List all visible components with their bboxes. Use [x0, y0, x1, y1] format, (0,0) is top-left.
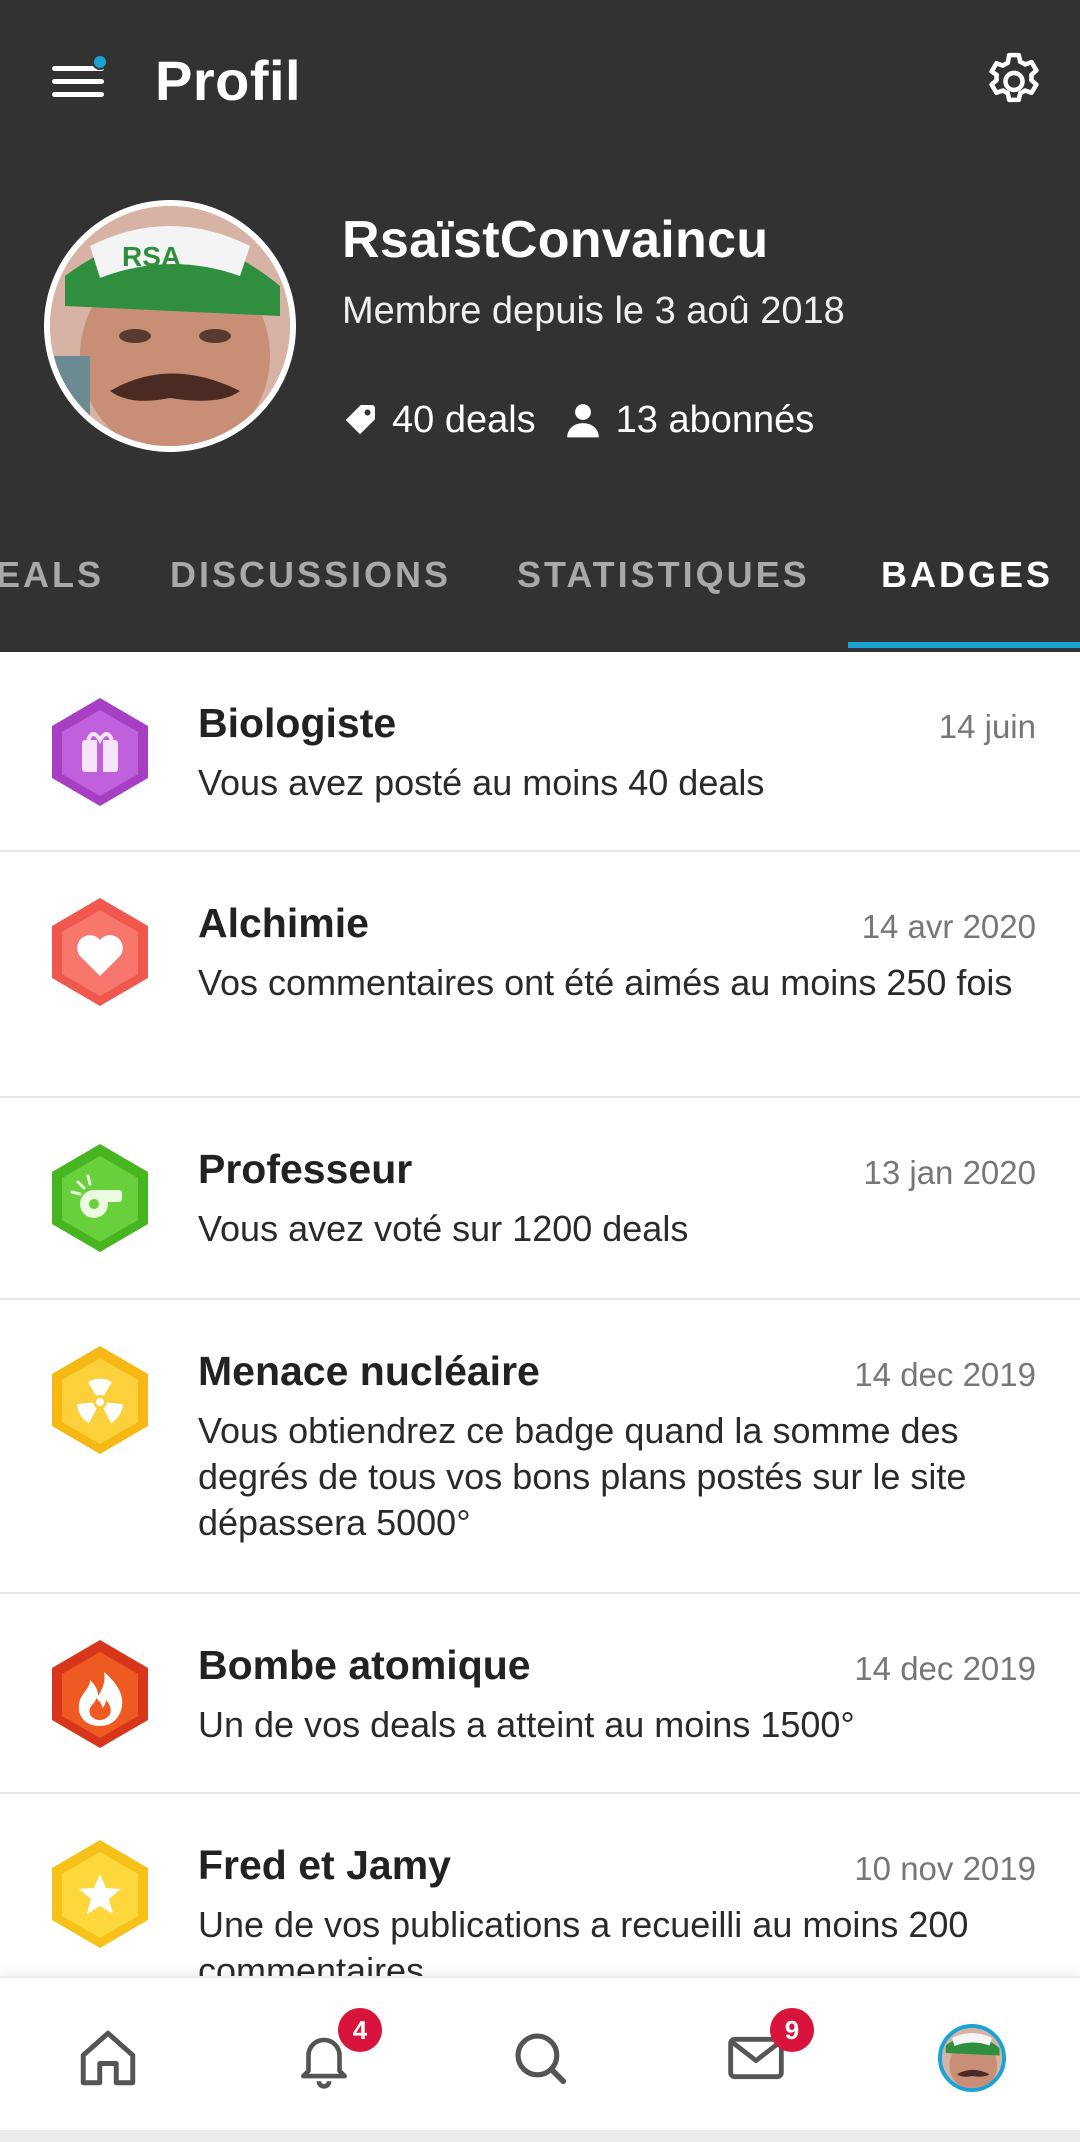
nav-profile[interactable] — [922, 2008, 1022, 2108]
avatar — [938, 2024, 1006, 2092]
badge-description: Vous obtiendrez ce badge quand la somme … — [198, 1410, 967, 1543]
badge-date: 14 dec 2019 — [854, 1356, 1036, 1393]
messages-count-badge: 9 — [770, 2008, 814, 2052]
tab-deals[interactable]: EALS — [0, 540, 104, 652]
tab-statistiques[interactable]: STATISTIQUES — [517, 540, 810, 652]
list-item[interactable]: Alchimie 14 avr 2020 Vos commentaires on… — [0, 852, 1080, 1098]
gift-icon — [52, 698, 148, 806]
list-item[interactable]: Biologiste 14 juin Vous avez posté au mo… — [0, 652, 1080, 852]
badge-description: Une de vos publications a recueilli au m… — [198, 1904, 969, 1976]
followers-count: 13 abonnés — [615, 398, 815, 441]
top-app-bar: Profil — [0, 0, 1080, 160]
flame-icon — [52, 1640, 148, 1748]
tab-discussions[interactable]: DISCUSSIONS — [170, 540, 451, 652]
profile-avatar[interactable]: RSA — [44, 200, 296, 452]
badge-title: Fred et Jamy — [198, 1842, 451, 1888]
tag-icon — [345, 405, 375, 435]
deals-stat[interactable]: 40 deals — [342, 399, 536, 442]
badge-description: Vos commentaires ont été aimés au moins … — [198, 962, 1013, 1003]
badge-title: Biologiste — [198, 700, 397, 746]
badge-title: Professeur — [198, 1146, 413, 1192]
nav-messages[interactable]: 9 — [706, 2008, 814, 2108]
nav-home[interactable] — [58, 2008, 158, 2108]
list-item[interactable]: Menace nucléaire 14 dec 2019 Vous obtien… — [0, 1300, 1080, 1594]
whistle-icon — [52, 1144, 148, 1252]
home-icon — [80, 2030, 136, 2086]
avatar-image — [942, 2028, 1002, 2088]
badge-description: Un de vos deals a atteint au moins 1500° — [198, 1704, 855, 1745]
nav-search[interactable] — [490, 2008, 590, 2108]
list-item[interactable]: Professeur 13 jan 2020 Vous avez voté su… — [0, 1098, 1080, 1300]
bottom-navigation: 4 9 — [0, 1976, 1080, 2142]
tab-badges[interactable]: BADGES — [881, 540, 1053, 652]
profile-tabs: EALS DISCUSSIONS STATISTIQUES BADGES — [0, 540, 1080, 652]
badge-date: 14 dec 2019 — [854, 1650, 1036, 1687]
badge-date: 14 avr 2020 — [861, 908, 1036, 945]
badge-date: 13 jan 2020 — [863, 1154, 1037, 1191]
badge-list: Biologiste 14 juin Vous avez posté au mo… — [0, 652, 1080, 1976]
system-bar-strip — [0, 2130, 1080, 2142]
page-title: Profil — [155, 49, 302, 112]
active-tab-indicator — [848, 642, 1080, 648]
badge-date: 10 nov 2019 — [854, 1850, 1036, 1887]
profile-header: Profil RSA RsaïstConvaincu Membre depuis… — [0, 0, 1080, 652]
badge-title: Menace nucléaire — [198, 1348, 540, 1394]
gear-icon — [989, 52, 1039, 103]
followers-stat[interactable]: 13 abonnés — [564, 398, 815, 442]
badge-title: Bombe atomique — [198, 1642, 531, 1688]
radioactive-icon — [52, 1346, 148, 1454]
profile-stats: 40 deals 13 abonnés — [342, 390, 842, 450]
menu-button[interactable] — [40, 50, 116, 110]
avatar-cap-text: RSA — [122, 241, 181, 272]
heart-icon — [52, 898, 148, 1006]
settings-button[interactable] — [980, 48, 1048, 116]
nav-notifications[interactable]: 4 — [274, 2008, 382, 2108]
star-icon — [52, 1840, 148, 1948]
avatar-image: RSA — [50, 206, 290, 446]
badge-date: 14 juin — [938, 708, 1036, 745]
search-icon — [515, 2033, 567, 2085]
notification-dot — [92, 54, 108, 70]
app-root: Profil RSA RsaïstConvaincu Membre depuis… — [0, 0, 1080, 2142]
badge-title: Alchimie — [198, 900, 369, 946]
badge-description: Vous avez posté au moins 40 deals — [198, 762, 765, 803]
deals-count: 40 deals — [392, 398, 536, 441]
notifications-count-badge: 4 — [338, 2008, 382, 2052]
member-since: Membre depuis le 3 aoû 2018 — [342, 290, 845, 332]
list-item[interactable]: Fred et Jamy 10 nov 2019 Une de vos publ… — [0, 1794, 1080, 1976]
username: RsaïstConvaincu — [342, 211, 769, 269]
person-icon — [566, 404, 599, 438]
list-item[interactable]: Bombe atomique 14 dec 2019 Un de vos dea… — [0, 1594, 1080, 1794]
badge-description: Vous avez voté sur 1200 deals — [198, 1208, 689, 1249]
